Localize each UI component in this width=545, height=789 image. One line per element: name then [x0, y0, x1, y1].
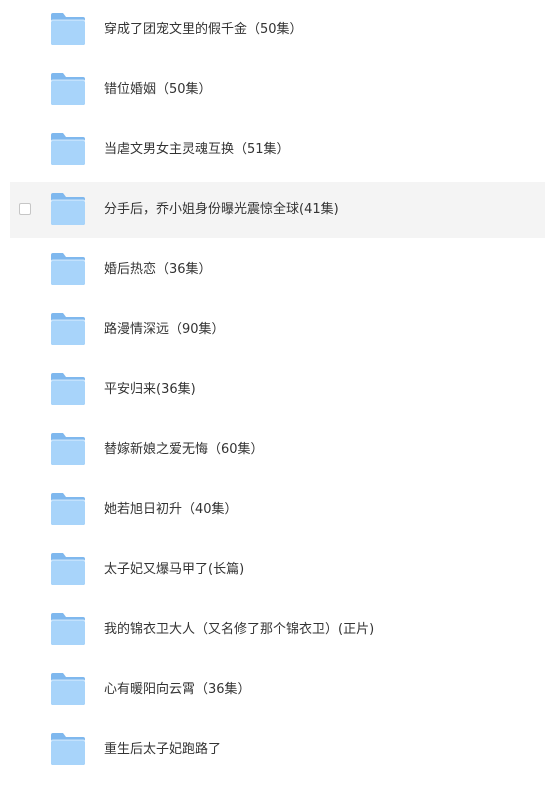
file-name[interactable]: 穿成了团宠文里的假千金（50集）	[104, 2, 303, 58]
folder-icon	[50, 192, 86, 226]
file-row[interactable]: 穿成了团宠文里的假千金（50集）	[10, 2, 545, 58]
file-row[interactable]: 替嫁新娘之爱无悔（60集）	[10, 422, 545, 478]
file-row[interactable]: 太子妃又爆马甲了(长篇)	[10, 542, 545, 598]
file-name[interactable]: 她若旭日初升（40集）	[104, 482, 238, 538]
file-name[interactable]: 分手后，乔小姐身份曝光震惊全球(41集)	[104, 182, 339, 238]
file-name[interactable]: 平安归来(36集)	[104, 362, 196, 418]
file-row[interactable]: 我的锦衣卫大人（又名修了那个锦衣卫）(正片)	[10, 602, 545, 658]
file-name[interactable]: 替嫁新娘之爱无悔（60集）	[104, 422, 264, 478]
folder-icon	[50, 252, 86, 286]
file-name[interactable]: 重生后太子妃跑路了	[104, 722, 221, 778]
file-row[interactable]: 平安归来(36集)	[10, 362, 545, 418]
file-row[interactable]: 错位婚姻（50集）	[10, 62, 545, 118]
folder-icon	[50, 732, 86, 766]
file-name[interactable]: 我的锦衣卫大人（又名修了那个锦衣卫）(正片)	[104, 602, 374, 658]
file-row[interactable]: 路漫情深远（90集）	[10, 302, 545, 358]
folder-icon	[50, 372, 86, 406]
row-checkbox[interactable]	[19, 203, 31, 215]
file-row[interactable]: 当虐文男女主灵魂互换（51集）	[10, 122, 545, 178]
folder-icon	[50, 672, 86, 706]
file-name[interactable]: 太子妃又爆马甲了(长篇)	[104, 542, 244, 598]
file-row[interactable]: 重生后太子妃跑路了	[10, 722, 545, 778]
file-row[interactable]: 她若旭日初升（40集）	[10, 482, 545, 538]
folder-icon	[50, 12, 86, 46]
file-name[interactable]: 路漫情深远（90集）	[104, 302, 225, 358]
file-name[interactable]: 心有暖阳向云霄（36集）	[104, 662, 251, 718]
file-list: 穿成了团宠文里的假千金（50集） 错位婚姻（50集） 当虐文男女主灵魂互换（51…	[0, 0, 545, 789]
folder-icon	[50, 432, 86, 466]
folder-icon	[50, 492, 86, 526]
folder-icon	[50, 552, 86, 586]
file-row-hovered[interactable]: 分手后，乔小姐身份曝光震惊全球(41集)	[10, 182, 545, 238]
file-row[interactable]: 心有暖阳向云霄（36集）	[10, 662, 545, 718]
folder-icon	[50, 312, 86, 346]
folder-icon	[50, 612, 86, 646]
file-name[interactable]: 婚后热恋（36集）	[104, 242, 212, 298]
file-name[interactable]: 错位婚姻（50集）	[104, 62, 212, 118]
folder-icon	[50, 72, 86, 106]
file-row[interactable]: 婚后热恋（36集）	[10, 242, 545, 298]
folder-icon	[50, 132, 86, 166]
file-name[interactable]: 当虐文男女主灵魂互换（51集）	[104, 122, 290, 178]
